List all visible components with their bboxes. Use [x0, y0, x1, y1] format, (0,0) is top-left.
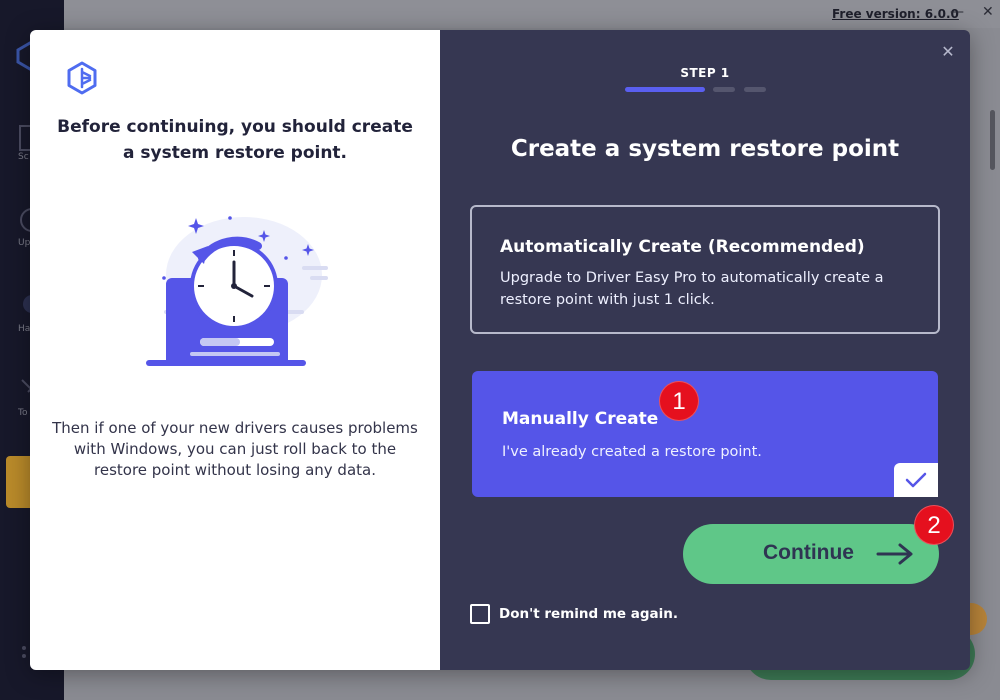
option-description: I've already created a restore point. — [502, 444, 762, 460]
nav-label-tools: To — [18, 408, 28, 418]
annotation-badge-1: 1 — [659, 381, 699, 421]
selected-indicator — [894, 463, 938, 497]
option-manually-create[interactable]: Manually Create I've already created a r… — [472, 371, 938, 497]
nav-label-update: Up — [18, 238, 31, 248]
option-title: Automatically Create (Recommended) — [500, 237, 865, 257]
nav-label-scan: Sc — [18, 152, 29, 162]
minimize-icon[interactable]: — — [950, 4, 964, 20]
dont-remind-checkbox[interactable] — [470, 604, 490, 624]
restore-point-dialog: Before continuing, you should create a s… — [30, 30, 970, 670]
close-window-icon[interactable]: ✕ — [982, 4, 994, 20]
dont-remind-label[interactable]: Don't remind me again. — [499, 606, 678, 622]
continue-button[interactable]: Continue — [683, 524, 939, 584]
step-dot-2 — [713, 87, 735, 92]
info-description: Then if one of your new drivers causes p… — [52, 419, 418, 479]
info-panel: Before continuing, you should create a s… — [30, 30, 440, 670]
info-heading: Before continuing, you should create a s… — [57, 117, 413, 163]
restore-clock-illustration-icon — [146, 216, 328, 366]
step-dot-1 — [625, 87, 705, 92]
close-icon[interactable]: ✕ — [938, 42, 958, 62]
option-title: Manually Create — [502, 409, 659, 429]
option-automatically-create[interactable]: Automatically Create (Recommended) Upgra… — [470, 205, 940, 334]
checkmark-icon — [905, 472, 927, 488]
option-description: Upgrade to Driver Easy Pro to automatica… — [500, 270, 884, 308]
version-link[interactable]: Free version: 6.0.0 — [832, 7, 959, 21]
app-titlebar: Free version: 6.0.0 — ✕ — [64, 0, 1000, 28]
step-dot-3 — [744, 87, 766, 92]
arrow-right-icon — [876, 543, 913, 565]
annotation-badge-2: 2 — [914, 505, 954, 545]
step-label: STEP 1 — [680, 66, 730, 80]
continue-label: Continue — [763, 541, 854, 564]
driver-easy-logo-icon — [67, 61, 97, 95]
app-scrollbar[interactable] — [990, 110, 995, 170]
action-panel: ✕ STEP 1 Create a system restore point A… — [440, 30, 970, 670]
dialog-title: Create a system restore point — [510, 136, 900, 162]
